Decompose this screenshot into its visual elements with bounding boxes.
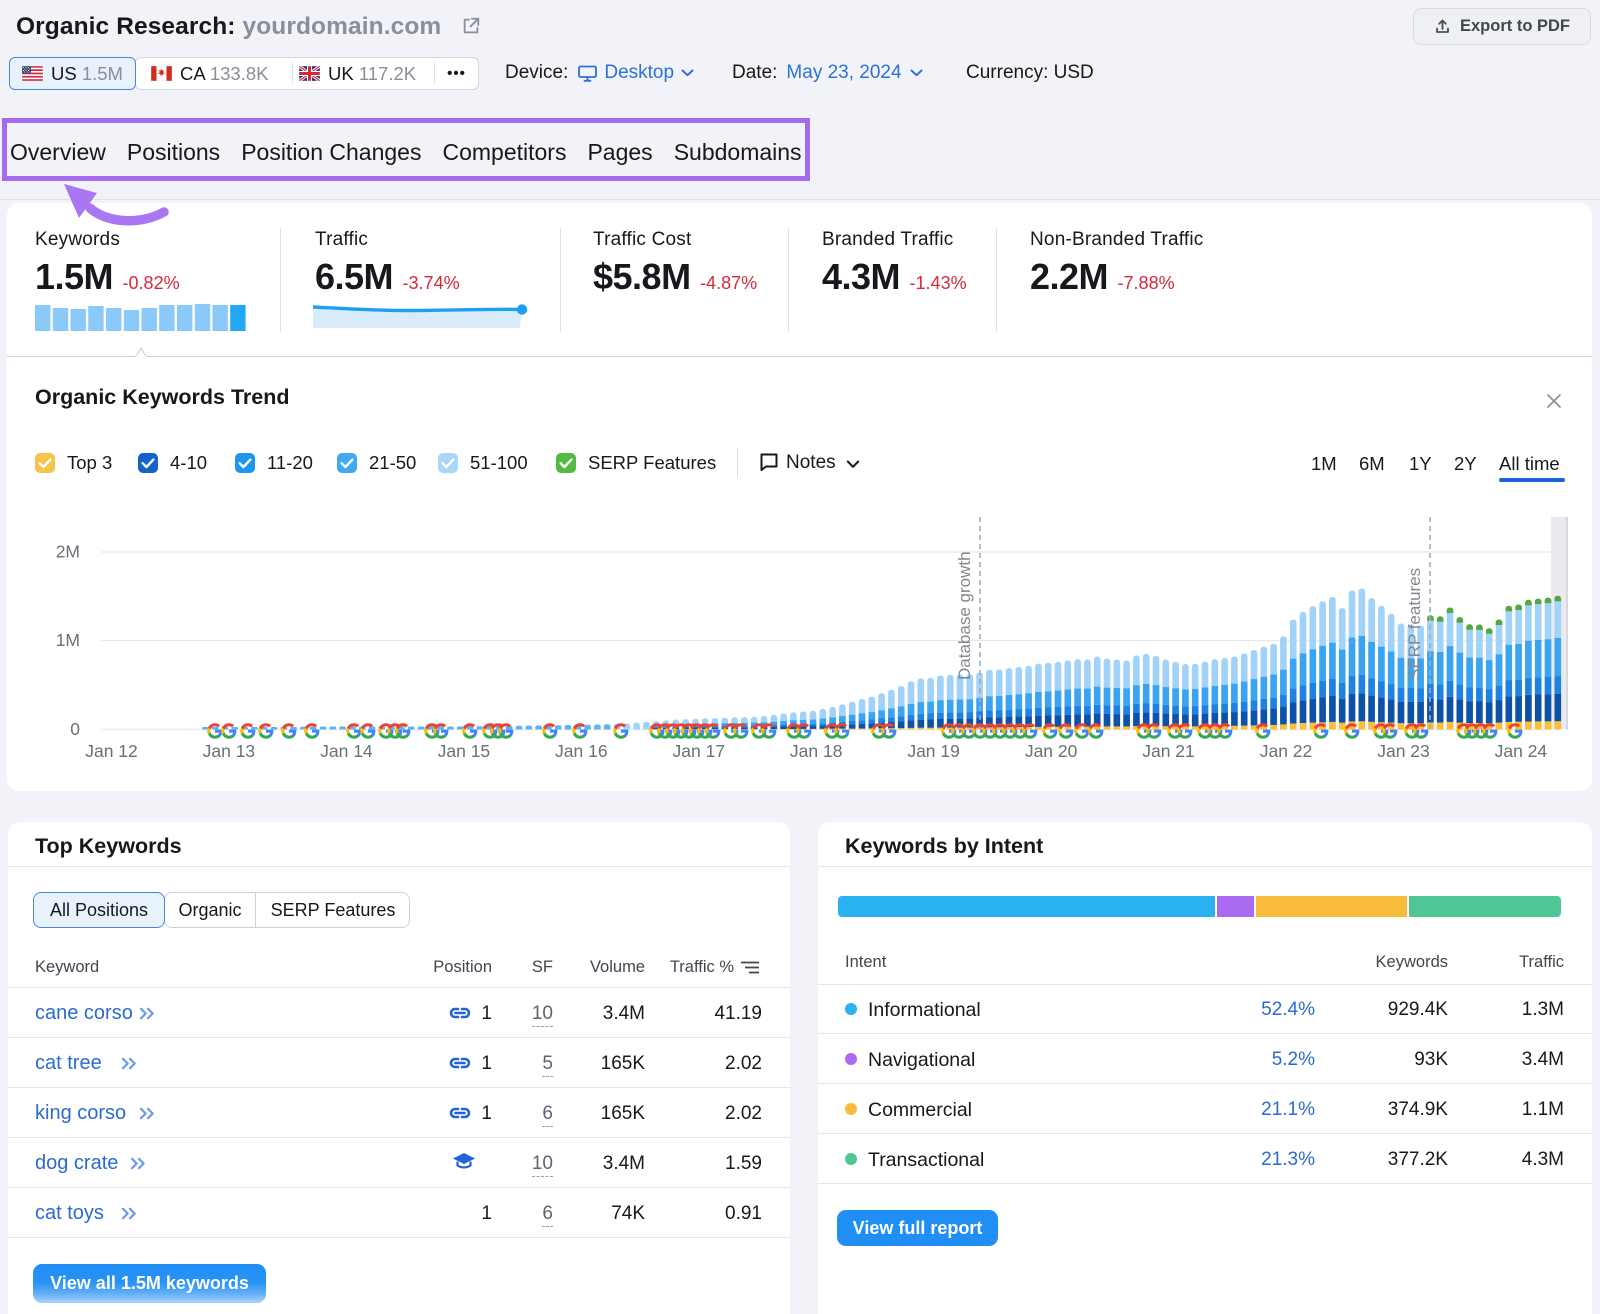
svg-text:Jan 20: Jan 20: [1025, 741, 1078, 761]
svg-text:2M: 2M: [56, 542, 80, 562]
svg-text:Jan 18: Jan 18: [790, 741, 843, 761]
svg-text:Jan 17: Jan 17: [673, 741, 726, 761]
svg-text:SERP features: SERP features: [1405, 568, 1424, 680]
svg-text:Database growth: Database growth: [955, 551, 974, 680]
svg-text:Jan 24: Jan 24: [1495, 741, 1548, 761]
svg-text:Jan 23: Jan 23: [1377, 741, 1430, 761]
svg-text:Jan 22: Jan 22: [1260, 741, 1313, 761]
svg-text:Jan 16: Jan 16: [555, 741, 608, 761]
svg-text:Jan 19: Jan 19: [907, 741, 960, 761]
svg-text:0: 0: [70, 719, 80, 739]
svg-text:Jan 15: Jan 15: [438, 741, 491, 761]
svg-text:Jan 12: Jan 12: [85, 741, 138, 761]
svg-text:Jan 14: Jan 14: [320, 741, 373, 761]
svg-text:Jan 13: Jan 13: [203, 741, 256, 761]
svg-text:Jan 21: Jan 21: [1142, 741, 1195, 761]
svg-text:1M: 1M: [56, 630, 80, 650]
